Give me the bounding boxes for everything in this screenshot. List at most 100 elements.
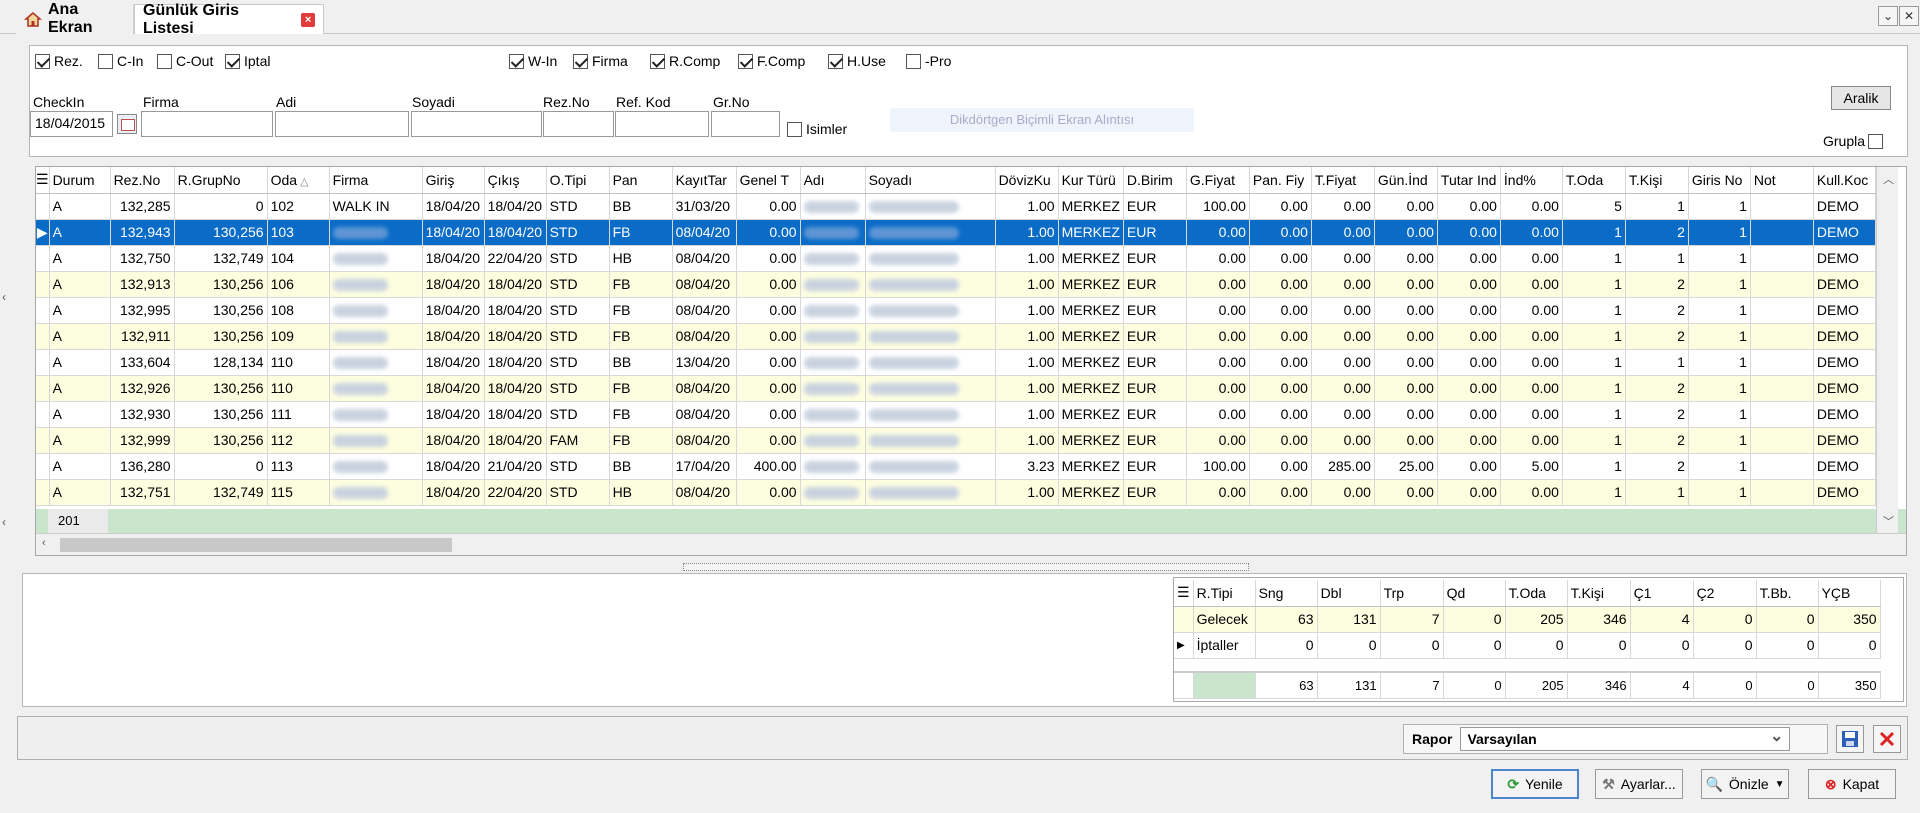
checkbox-box[interactable] — [35, 53, 50, 69]
scroll-up-icon[interactable]: ︿ — [1883, 171, 1894, 187]
rapor-select[interactable]: Varsayılan — [1460, 726, 1791, 751]
column-header[interactable]: Not — [1750, 167, 1814, 194]
checkbox-box[interactable] — [157, 53, 172, 69]
column-header[interactable]: Firma — [329, 167, 423, 194]
column-header[interactable]: Durum — [49, 167, 111, 194]
checkbox-h-use[interactable]: H.Use — [828, 52, 886, 70]
column-header[interactable]: R.GrupNo — [174, 167, 268, 194]
panel-splitter[interactable] — [683, 563, 1249, 571]
tab-gunluk-giris-listesi[interactable]: Günlük Giris Listesi × — [134, 2, 324, 37]
soyadi-input[interactable] — [411, 111, 542, 137]
column-header[interactable]: Çıkış — [484, 167, 547, 194]
column-header[interactable]: T.Kişi — [1625, 167, 1689, 194]
column-header[interactable]: Soyadı — [865, 167, 996, 194]
checkbox-grupla[interactable]: Grupla — [1823, 132, 1887, 150]
checkbox-box[interactable] — [98, 53, 113, 69]
checkbox-box[interactable] — [1868, 133, 1884, 149]
checkbox-f-comp[interactable]: F.Comp — [738, 52, 805, 70]
table-row[interactable]: A 132,911 130,256 109 18/04/20 18/04/20 STD FB 0… — [36, 323, 1876, 350]
summary-row[interactable]: ▶ İptaller 0 0 0 0 0 0 0 0 0 0 — [1174, 632, 1881, 659]
column-header[interactable]: Pan — [609, 167, 673, 194]
checkbox-box[interactable] — [738, 53, 753, 69]
column-header[interactable]: O.Tipi — [546, 167, 610, 194]
adi-input[interactable] — [275, 111, 409, 137]
table-row[interactable]: A 132,926 130,256 110 18/04/20 18/04/20 STD FB 0… — [36, 375, 1876, 402]
table-row[interactable]: A 132,995 130,256 108 18/04/20 18/04/20 STD FB 0… — [36, 297, 1876, 324]
kapat-button[interactable]: ⊗ Kapat — [1808, 769, 1896, 799]
table-row[interactable]: A 132,930 130,256 111 18/04/20 18/04/20 STD FB 0… — [36, 401, 1876, 428]
column-header[interactable]: Kur Türü — [1058, 167, 1124, 194]
table-row[interactable]: A 136,280 0 113 18/04/20 21/04/20 STD BB 17/04/2… — [36, 453, 1876, 480]
table-row[interactable]: A 132,750 132,749 104 18/04/20 22/04/20 STD HB 0… — [36, 245, 1876, 272]
column-header[interactable]: G.Fiyat — [1186, 167, 1250, 194]
table-row[interactable]: ▶ A 132,943 130,256 103 18/04/20 18/04/20 STD FB… — [36, 219, 1876, 246]
checkbox-firma[interactable]: Firma — [573, 52, 628, 70]
aralik-button[interactable]: Aralik — [1831, 86, 1891, 110]
summary-column-header[interactable]: Sng — [1255, 580, 1318, 607]
column-header[interactable]: Adı — [800, 167, 866, 194]
summary-column-header[interactable]: T.Oda — [1505, 580, 1568, 607]
summary-column-header[interactable]: T.Bb. — [1756, 580, 1819, 607]
summary-row[interactable]: Gelecek 63 131 7 0 205 346 4 0 0 350 — [1174, 606, 1881, 633]
summary-column-header[interactable]: Qd — [1443, 580, 1506, 607]
collapse-left-icon[interactable]: ‹ — [2, 290, 6, 304]
checkbox-box[interactable] — [906, 53, 921, 69]
checkbox-box[interactable] — [509, 53, 524, 69]
save-icon[interactable] — [1836, 725, 1864, 753]
table-row[interactable]: A 132,285 0 102 WALK IN 18/04/20 18/04/20 STD BB… — [36, 193, 1876, 220]
checkbox-box[interactable] — [573, 53, 588, 69]
grno-input[interactable] — [711, 111, 780, 137]
scrollbar-thumb[interactable] — [60, 538, 452, 552]
checkbox-rez[interactable]: Rez. — [35, 52, 83, 70]
summary-column-header[interactable]: R.Tipi — [1193, 580, 1256, 607]
chevron-down-icon[interactable]: ⌄ — [1878, 6, 1898, 26]
calendar-icon[interactable] — [117, 114, 137, 134]
column-header[interactable]: T.Fiyat — [1311, 167, 1375, 194]
table-row[interactable]: A 133,604 128,134 110 18/04/20 18/04/20 STD BB 1… — [36, 349, 1876, 376]
checkbox-c-in[interactable]: C-In — [98, 52, 143, 70]
checkbox-box[interactable] — [828, 53, 843, 69]
summary-column-header[interactable]: Ç2 — [1693, 580, 1757, 607]
checkbox-iptal[interactable]: Iptal — [225, 52, 270, 70]
column-header[interactable]: İnd% — [1500, 167, 1563, 194]
column-header[interactable]: Rez.No — [110, 167, 175, 194]
table-row[interactable]: A 132,999 130,256 112 18/04/20 18/04/20 FAM FB 0… — [36, 427, 1876, 454]
delete-icon[interactable] — [1873, 725, 1901, 753]
yenile-button[interactable]: ⟳ Yenile — [1491, 769, 1579, 799]
checkin-date-input[interactable]: 18/04/2015 — [30, 111, 113, 137]
column-header[interactable]: D.Birim — [1123, 167, 1187, 194]
vertical-scrollbar[interactable]: ︿ ﹀ — [1876, 167, 1898, 533]
close-icon[interactable]: × — [301, 12, 315, 27]
refkod-input[interactable] — [615, 111, 709, 137]
column-header[interactable]: DövizKu — [995, 167, 1059, 194]
column-header[interactable]: Kull.Koc — [1813, 167, 1876, 194]
summary-column-header[interactable]: Trp — [1380, 580, 1444, 607]
summary-column-header[interactable]: Dbl — [1317, 580, 1381, 607]
column-header[interactable]: KayıtTar — [672, 167, 737, 194]
checkbox-box[interactable] — [225, 53, 240, 69]
column-header[interactable]: Gün.İnd — [1374, 167, 1438, 194]
summary-column-header[interactable]: Ç1 — [1630, 580, 1694, 607]
checkbox-box[interactable] — [650, 53, 665, 69]
horizontal-scrollbar[interactable]: ‹ — [36, 533, 1906, 555]
column-header[interactable]: Pan. Fiy — [1249, 167, 1312, 194]
column-header[interactable]: Giriş — [422, 167, 485, 194]
column-header[interactable]: Tutar Ind — [1437, 167, 1501, 194]
column-header[interactable]: T.Oda — [1562, 167, 1626, 194]
summary-column-header[interactable]: YÇB — [1818, 580, 1881, 607]
close-icon[interactable]: ✕ — [1899, 6, 1919, 26]
table-row[interactable]: A 132,751 132,749 115 18/04/20 22/04/20 STD HB 0… — [36, 479, 1876, 506]
onizle-button[interactable]: 🔍 Önizle ▼ — [1701, 769, 1789, 799]
table-row[interactable]: A 132,913 130,256 106 18/04/20 18/04/20 STD FB 0… — [36, 271, 1876, 298]
collapse-left-icon[interactable]: ‹ — [2, 515, 6, 529]
checkbox-pro[interactable]: -Pro — [906, 52, 951, 70]
scroll-down-icon[interactable]: ﹀ — [1883, 513, 1894, 529]
column-header[interactable]: Genel T — [736, 167, 801, 194]
firma-input[interactable] — [141, 111, 273, 137]
rezno-input[interactable] — [543, 111, 614, 137]
column-header[interactable]: Oda △ — [267, 167, 330, 194]
tab-ana-ekran[interactable]: Ana Ekran — [16, 1, 134, 36]
checkbox-c-out[interactable]: C-Out — [157, 52, 213, 70]
dropdown-arrow-icon[interactable]: ▼ — [1775, 779, 1785, 790]
checkbox-r-comp[interactable]: R.Comp — [650, 52, 720, 70]
